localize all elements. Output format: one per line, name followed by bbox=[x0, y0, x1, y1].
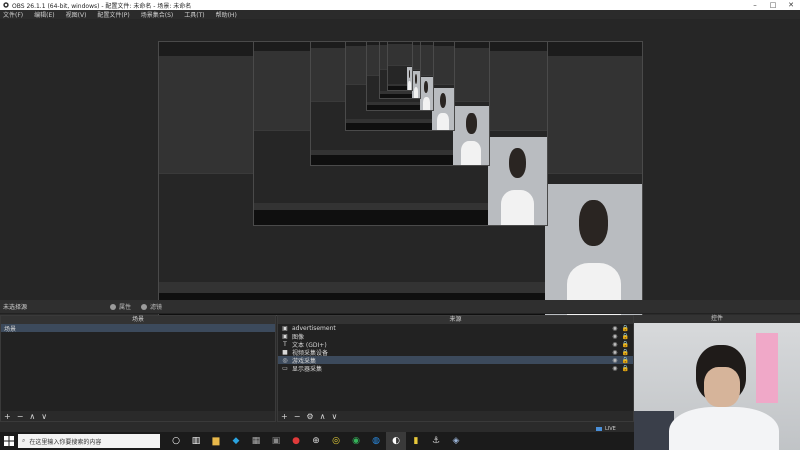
lock-icon[interactable]: 🔒 bbox=[622, 333, 629, 340]
app-icon[interactable]: ⚓ bbox=[426, 432, 446, 450]
menu-help[interactable]: 帮助(H) bbox=[216, 10, 237, 19]
menu-edit[interactable]: 编辑(E) bbox=[34, 10, 54, 19]
visibility-icon[interactable]: ◉ bbox=[612, 325, 617, 332]
app-icon[interactable]: ▦ bbox=[246, 432, 266, 450]
add-scene-button[interactable]: + bbox=[4, 412, 11, 421]
visibility-icon[interactable]: ◉ bbox=[612, 349, 617, 356]
move-up-icon[interactable]: ∧ bbox=[29, 412, 35, 421]
minimize-icon[interactable]: – bbox=[746, 0, 764, 10]
remove-source-button[interactable]: − bbox=[294, 412, 301, 421]
app-icon[interactable]: ◍ bbox=[366, 432, 386, 450]
controls-header: 控件 bbox=[634, 315, 800, 323]
add-source-button[interactable]: + bbox=[281, 412, 288, 421]
lock-icon[interactable]: 🔒 bbox=[622, 357, 629, 364]
app-icon[interactable]: ▮ bbox=[406, 432, 426, 450]
gear-icon[interactable]: ⚙ bbox=[306, 412, 313, 421]
taskbar-search[interactable]: ⌕ 在这里输入你要搜索的内容 bbox=[18, 434, 160, 448]
scene-item[interactable]: 场景 bbox=[1, 324, 275, 333]
visibility-icon[interactable]: ◉ bbox=[612, 357, 617, 364]
person-face bbox=[704, 367, 740, 407]
image-icon: ▣ bbox=[282, 332, 288, 340]
edge-icon[interactable]: ◉ bbox=[346, 432, 366, 450]
close-icon[interactable]: ✕ bbox=[782, 0, 800, 10]
properties-button[interactable]: 属性 bbox=[110, 302, 131, 311]
task-view-icon[interactable]: ▥ bbox=[186, 432, 206, 450]
image-icon: ▣ bbox=[282, 324, 288, 332]
file-explorer-icon[interactable]: ▆ bbox=[206, 432, 226, 450]
maximize-icon[interactable]: □ bbox=[764, 0, 782, 10]
lock-icon[interactable]: 🔒 bbox=[622, 349, 629, 356]
gear-icon bbox=[110, 303, 116, 310]
scene-info-bar: 未选择源 属性 滤镜 bbox=[0, 300, 800, 314]
lock-icon[interactable]: 🔒 bbox=[622, 365, 629, 372]
menu-scene-collection[interactable]: 场景集合(S) bbox=[141, 10, 174, 19]
sources-toolbar: + − ⚙ ∧ ∨ bbox=[278, 411, 633, 421]
source-item[interactable]: ▭ 显示器采集 ◉ 🔒 bbox=[278, 364, 633, 373]
camera-icon: ■ bbox=[282, 348, 288, 356]
menu-tools[interactable]: 工具(T) bbox=[184, 10, 204, 19]
scenes-panel: 场景 场景 + − ∧ ∨ bbox=[0, 315, 276, 422]
steam-icon[interactable]: ◈ bbox=[446, 432, 466, 450]
app-icon[interactable]: ▣ bbox=[266, 432, 286, 450]
menu-profile[interactable]: 配置文件(P) bbox=[97, 10, 129, 19]
person-shirt bbox=[669, 407, 779, 450]
background-flag bbox=[756, 333, 778, 403]
app-icon[interactable]: ⊕ bbox=[306, 432, 326, 450]
move-up-icon[interactable]: ∧ bbox=[320, 412, 326, 421]
windows-start-icon[interactable] bbox=[0, 436, 18, 446]
app-icon[interactable]: ◎ bbox=[326, 432, 346, 450]
stream-status-icon bbox=[596, 426, 602, 431]
scenes-toolbar: + − ∧ ∨ bbox=[1, 411, 275, 421]
sources-panel: 来源 ▣ advertisement ◉ 🔒 ▣ 图像 ◉ 🔒 T 文本 (GD… bbox=[277, 315, 634, 422]
lock-icon[interactable]: 🔒 bbox=[622, 325, 629, 332]
filter-icon bbox=[141, 303, 148, 310]
visibility-icon[interactable]: ◉ bbox=[612, 341, 617, 348]
nested-capture-7 bbox=[387, 41, 413, 91]
menu-bar: 文件(F) 编辑(E) 视图(V) 配置文件(P) 场景集合(S) 工具(T) … bbox=[0, 10, 800, 19]
menu-file[interactable]: 文件(F) bbox=[3, 10, 23, 19]
app-icon[interactable]: ◆ bbox=[226, 432, 246, 450]
preview-canvas[interactable] bbox=[158, 41, 643, 316]
windows-taskbar: ⌕ 在这里输入你要搜索的内容 ○ ▥ ▆ ◆ ▦ ▣ ● ⊕ ◎ ◉ ◍ ◐ ▮… bbox=[0, 432, 634, 450]
title-bar: OBS 26.1.1 (64-bit, windows) - 配置文件: 未命名… bbox=[0, 0, 800, 10]
filters-button[interactable]: 滤镜 bbox=[141, 302, 162, 311]
sources-header: 来源 bbox=[278, 316, 633, 324]
preview-area[interactable] bbox=[0, 19, 800, 316]
lock-icon[interactable]: 🔒 bbox=[622, 341, 629, 348]
gamepad-icon: ◎ bbox=[282, 356, 288, 364]
menu-view[interactable]: 视图(V) bbox=[66, 10, 87, 19]
visibility-icon[interactable]: ◉ bbox=[612, 333, 617, 340]
selected-source-label: 未选择源 bbox=[3, 304, 28, 311]
obs-logo-icon bbox=[3, 2, 9, 8]
status-text: LIVE bbox=[605, 425, 616, 432]
obs-taskbar-icon[interactable]: ◐ bbox=[386, 432, 406, 450]
move-down-icon[interactable]: ∨ bbox=[41, 412, 47, 421]
netease-music-icon[interactable]: ● bbox=[286, 432, 306, 450]
webcam-overlay bbox=[634, 323, 800, 450]
search-icon: ⌕ bbox=[22, 437, 26, 444]
visibility-icon[interactable]: ◉ bbox=[612, 365, 617, 372]
chair bbox=[634, 411, 674, 450]
move-down-icon[interactable]: ∨ bbox=[331, 412, 337, 421]
monitor-icon: ▭ bbox=[282, 364, 288, 372]
cortana-icon[interactable]: ○ bbox=[166, 432, 186, 450]
window-title: OBS 26.1.1 (64-bit, windows) - 配置文件: 未命名… bbox=[12, 2, 192, 10]
controls-panel: 控件 bbox=[634, 315, 800, 323]
scenes-header: 场景 bbox=[1, 316, 275, 324]
remove-scene-button[interactable]: − bbox=[17, 412, 24, 421]
text-icon: T bbox=[283, 340, 287, 348]
